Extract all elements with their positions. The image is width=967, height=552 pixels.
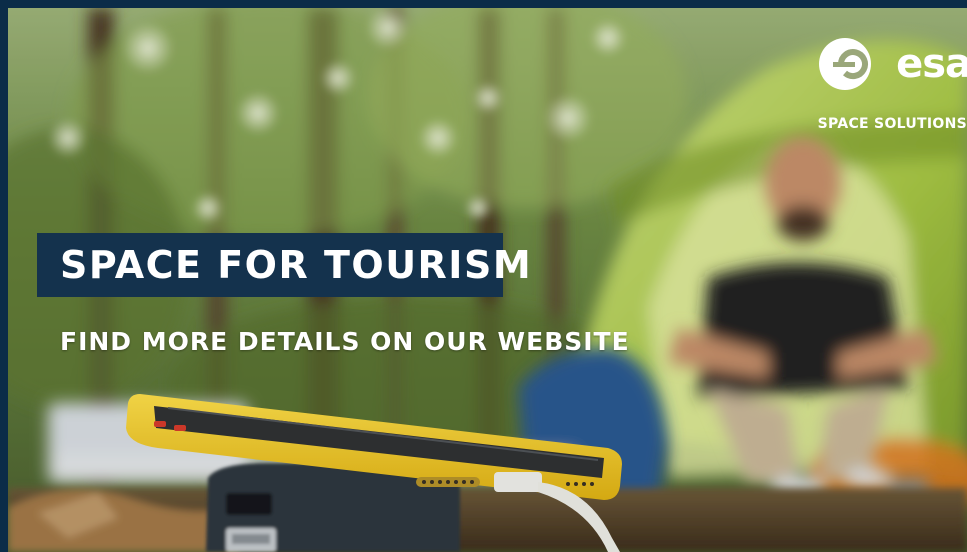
- page-title: SPACE FOR TOURISM: [60, 243, 533, 287]
- video-frame: esa SPACE SOLUTIONS SPACE FOR TOURISM FI…: [0, 0, 967, 552]
- call-to-action-text: FIND MORE DETAILS ON OUR WEBSITE: [60, 327, 630, 356]
- brand-subtitle: SPACE SOLUTIONS: [817, 116, 967, 132]
- esa-logo-text: esa: [896, 41, 967, 87]
